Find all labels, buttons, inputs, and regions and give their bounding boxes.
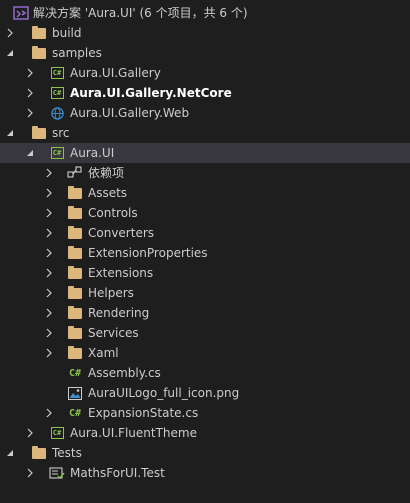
project-maths-test[interactable]: MathsForUI.Test [0,463,410,483]
folder-controls[interactable]: Controls [0,203,410,223]
folder-icon [67,325,83,341]
folder-build[interactable]: build [0,23,410,43]
collapse-icon[interactable] [5,443,15,463]
folder-converters[interactable]: Converters [0,223,410,243]
collapse-icon[interactable] [5,123,15,143]
dependencies-label: 依赖项 [88,166,125,180]
folder-icon [31,445,47,461]
csharp-project-icon: C# [49,85,65,101]
folder-icon [31,45,47,61]
folder-services[interactable]: Services [0,323,410,343]
file-expansion-state-cs[interactable]: C# ExpansionState.cs [0,403,410,423]
project-gallery-web[interactable]: Aura.UI.Gallery.Web [0,103,410,123]
solution-explorer-tree: 解决方案 'Aura.UI' (6 个项目，共 6 个) build sampl… [0,0,410,503]
expand-icon[interactable] [44,203,54,223]
folder-assets-label: Assets [88,186,128,200]
csharp-project-icon: C# [49,65,65,81]
file-logo-png[interactable]: AuraUILogo_full_icon.png [0,383,410,403]
folder-extensions[interactable]: Extensions [0,263,410,283]
folder-src-label: src [52,126,70,140]
folder-tests-label: Tests [52,446,82,460]
folder-icon [31,25,47,41]
expand-icon[interactable] [44,303,54,323]
web-project-icon [49,105,65,121]
collapse-icon[interactable] [5,43,15,63]
expand-icon[interactable] [44,343,54,363]
folder-icon [67,285,83,301]
file-logo-png-label: AuraUILogo_full_icon.png [88,386,240,400]
folder-icon [67,225,83,241]
expand-icon[interactable] [44,263,54,283]
csharp-file-icon: C# [68,367,82,379]
folder-src[interactable]: src [0,123,410,143]
csharp-project-icon: C# [49,425,65,441]
folder-controls-label: Controls [88,206,138,220]
folder-icon [67,305,83,321]
project-gallery-netcore-label: Aura.UI.Gallery.NetCore [70,86,232,100]
file-assembly-cs[interactable]: C# Assembly.cs [0,363,410,383]
folder-icon [67,205,83,221]
expand-icon[interactable] [25,463,35,483]
folder-xaml[interactable]: Xaml [0,343,410,363]
expand-icon[interactable] [25,103,35,123]
image-file-icon [67,385,83,401]
expand-icon[interactable] [44,403,54,423]
project-aura-ui[interactable]: C# Aura.UI [0,143,410,163]
expand-icon[interactable] [44,163,54,183]
dependencies-icon [67,165,83,181]
folder-samples[interactable]: samples [0,43,410,63]
project-gallery-web-label: Aura.UI.Gallery.Web [70,106,190,120]
expand-icon[interactable] [25,83,35,103]
folder-services-label: Services [88,326,139,340]
visual-studio-solution-icon [13,5,29,21]
folder-helpers-label: Helpers [88,286,134,300]
expand-icon[interactable] [5,23,15,43]
folder-tests[interactable]: Tests [0,443,410,463]
expand-icon[interactable] [44,243,54,263]
folder-xaml-label: Xaml [88,346,119,360]
folder-helpers[interactable]: Helpers [0,283,410,303]
file-assembly-cs-label: Assembly.cs [88,366,161,380]
folder-samples-label: samples [52,46,102,60]
collapse-icon[interactable] [25,143,35,163]
folder-extension-properties-label: ExtensionProperties [88,246,208,260]
folder-extension-properties[interactable]: ExtensionProperties [0,243,410,263]
folder-icon [67,185,83,201]
folder-icon [31,125,47,141]
folder-icon [67,345,83,361]
dependencies-node[interactable]: 依赖项 [0,163,410,183]
solution-label: 解决方案 'Aura.UI' (6 个项目，共 6 个) [33,6,248,20]
csharp-project-icon: C# [49,145,65,161]
project-aura-ui-label: Aura.UI [70,146,115,160]
expand-icon[interactable] [44,283,54,303]
project-gallery-label: Aura.UI.Gallery [70,66,161,80]
project-gallery-netcore[interactable]: C# Aura.UI.Gallery.NetCore [0,83,410,103]
folder-rendering-label: Rendering [88,306,150,320]
folder-icon [67,245,83,261]
expand-icon[interactable] [44,223,54,243]
folder-icon [67,265,83,281]
expand-icon[interactable] [44,183,54,203]
folder-rendering[interactable]: Rendering [0,303,410,323]
folder-assets[interactable]: Assets [0,183,410,203]
expand-icon[interactable] [25,423,35,443]
expand-icon[interactable] [44,323,54,343]
file-expansion-state-cs-label: ExpansionState.cs [88,406,199,420]
test-project-icon [49,465,65,481]
expand-icon[interactable] [25,63,35,83]
folder-extensions-label: Extensions [88,266,154,280]
project-fluent-theme-label: Aura.UI.FluentTheme [70,426,197,440]
project-gallery[interactable]: C# Aura.UI.Gallery [0,63,410,83]
project-maths-test-label: MathsForUI.Test [70,466,165,480]
solution-node[interactable]: 解决方案 'Aura.UI' (6 个项目，共 6 个) [0,3,410,23]
project-fluent-theme[interactable]: C# Aura.UI.FluentTheme [0,423,410,443]
folder-converters-label: Converters [88,226,155,240]
csharp-file-icon: C# [68,407,82,419]
folder-build-label: build [52,26,82,40]
